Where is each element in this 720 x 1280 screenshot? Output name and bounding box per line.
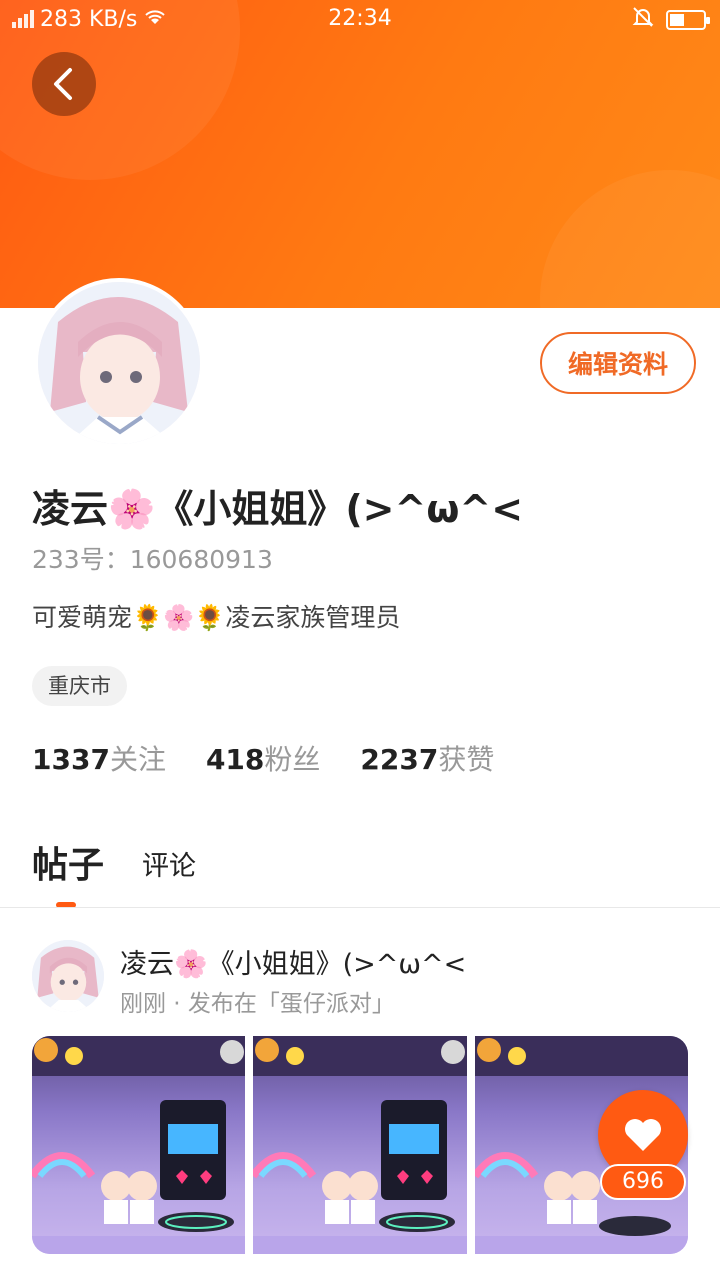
edit-profile-button[interactable]: 编辑资料	[540, 332, 696, 394]
likes-count: 2237	[360, 743, 439, 776]
profile-bio: 可爱萌宠🌻🌸🌻凌云家族管理员	[32, 603, 401, 632]
tab-posts[interactable]: 帖子	[32, 836, 104, 888]
post-images	[32, 1036, 688, 1254]
following-count: 1337	[32, 743, 110, 776]
stat-likes[interactable]: 2237获赞	[360, 738, 494, 778]
like-count: 696	[600, 1164, 686, 1200]
profile-uid: 233号：160680913	[32, 545, 273, 574]
battery-icon	[666, 10, 710, 30]
tab-comments[interactable]: 评论	[142, 844, 196, 883]
mute-bell-icon	[632, 6, 654, 34]
back-button[interactable]	[32, 52, 96, 116]
profile-name: 凌云🌸《小姐姐》(>^ω^<	[32, 487, 524, 531]
profile-stats: 1337关注 418粉丝 2237获赞	[32, 738, 494, 778]
stat-following[interactable]: 1337关注	[32, 738, 166, 778]
post-meta: 刚刚 · 发布在「蛋仔派对」	[120, 991, 395, 1017]
stat-followers[interactable]: 418粉丝	[206, 738, 320, 778]
chevron-left-icon	[54, 68, 72, 100]
followers-count: 418	[205, 743, 265, 776]
divider	[0, 907, 720, 908]
following-label: 关注	[109, 743, 166, 776]
likes-label: 获赞	[438, 743, 495, 776]
post-image[interactable]	[32, 1036, 246, 1254]
profile-header-banner: 283 KB/s 22:34	[0, 0, 720, 308]
post-author-avatar[interactable]	[32, 940, 104, 1012]
post-author-name[interactable]: 凌云🌸《小姐姐》(>^ω^<	[120, 942, 466, 981]
location-tag: 重庆市	[32, 666, 127, 706]
status-bar: 283 KB/s 22:34	[0, 0, 720, 40]
post-image[interactable]	[253, 1036, 467, 1254]
status-right	[632, 6, 710, 34]
followers-label: 粉丝	[264, 743, 321, 776]
profile-avatar[interactable]	[34, 278, 204, 448]
status-time: 22:34	[328, 6, 392, 31]
heart-icon	[625, 1119, 661, 1151]
banner-decoration	[540, 170, 720, 308]
